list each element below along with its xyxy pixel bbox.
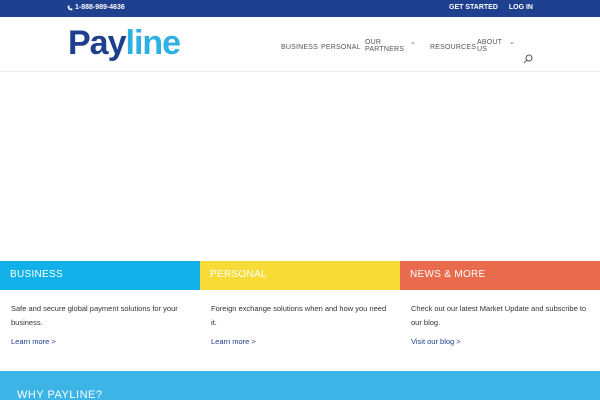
nav-personal[interactable]: PERSONAL: [321, 44, 361, 51]
logo-pay: Pay: [68, 24, 126, 62]
login-link[interactable]: LOG IN: [509, 4, 533, 11]
nav-business[interactable]: BUSINESS: [281, 44, 318, 51]
phone-number-text: 1-888-989-4636: [75, 4, 125, 11]
personal-heading[interactable]: PERSONAL: [200, 261, 400, 290]
nav-about-line2[interactable]: US: [477, 46, 487, 53]
nav-about-line1[interactable]: ABOUT: [477, 39, 502, 46]
search-icon[interactable]: [523, 54, 533, 64]
news-heading[interactable]: NEWS & MORE: [400, 261, 600, 290]
why-payline-title: WHY PAYLINE?: [17, 389, 103, 400]
phone-number[interactable]: 1-888-989-4636: [67, 4, 125, 11]
personal-description: Foreign exchange solutions when and how …: [211, 304, 387, 327]
personal-column: PERSONAL Foreign exchange solutions when…: [200, 261, 400, 371]
logo-line: line: [125, 24, 182, 62]
news-description: Check out our latest Market Update and s…: [411, 304, 587, 327]
personal-learn-more-link[interactable]: Learn more >: [200, 329, 400, 346]
hero-banner: [0, 73, 600, 261]
nav-our-partners-line2[interactable]: PARTNERS: [365, 46, 404, 53]
visit-blog-link[interactable]: Visit our blog >: [400, 329, 600, 346]
business-column: BUSINESS Safe and secure global payment …: [0, 261, 200, 371]
top-bar: 1-888-989-4636 GET STARTED LOG IN: [0, 0, 600, 17]
why-payline-section: WHY PAYLINE?: [0, 371, 600, 400]
nav-our-partners-line1[interactable]: OUR: [365, 39, 381, 46]
chevron-down-icon[interactable]: ⌄: [509, 38, 515, 46]
business-description: Safe and secure global payment solutions…: [11, 304, 178, 327]
news-column: NEWS & MORE Check out our latest Market …: [400, 261, 600, 371]
payline-logo[interactable]: Payline: [68, 23, 182, 63]
business-learn-more-link[interactable]: Learn more >: [0, 329, 200, 346]
phone-icon: [67, 5, 73, 10]
get-started-link[interactable]: GET STARTED: [449, 4, 498, 11]
business-heading[interactable]: BUSINESS: [0, 261, 200, 290]
chevron-down-icon[interactable]: ⌄: [410, 38, 416, 46]
site-header: Payline BUSINESS PERSONAL OUR PARTNERS ⌄…: [0, 17, 600, 72]
nav-resources[interactable]: RESOURCES: [430, 44, 476, 51]
